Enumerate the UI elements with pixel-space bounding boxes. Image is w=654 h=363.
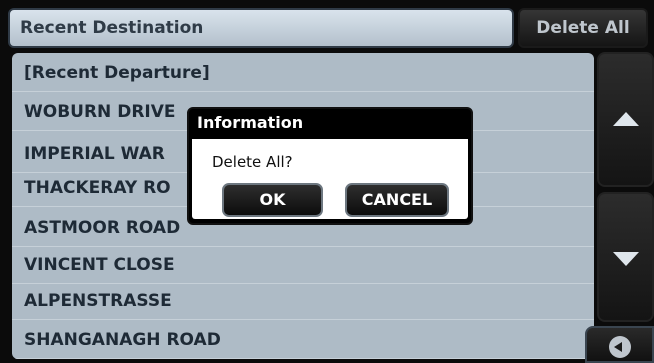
dialog-title: Information [197,113,304,132]
list-item[interactable]: ALPENSTRASSE [12,283,594,320]
list-item-recent-departure[interactable]: [Recent Departure] [12,55,594,92]
back-button[interactable] [585,326,654,363]
list-item[interactable]: SHANGANAGH ROAD [12,322,594,359]
page-title: Recent Destination [8,8,514,48]
triangle-up-icon [613,112,639,126]
back-arrow-icon [609,336,631,358]
delete-all-button[interactable]: Delete All [518,8,648,48]
information-dialog: Information Delete All? OK CANCEL [187,107,473,225]
scroll-up-button[interactable] [597,52,654,187]
scroll-down-button[interactable] [597,192,654,322]
cancel-button[interactable]: CANCEL [345,183,449,217]
triangle-down-icon [613,252,639,266]
dialog-body: Delete All? OK CANCEL [192,139,468,219]
list-item[interactable]: VINCENT CLOSE [12,247,594,284]
dialog-message: Delete All? [212,153,293,171]
ok-button[interactable]: OK [222,183,323,217]
